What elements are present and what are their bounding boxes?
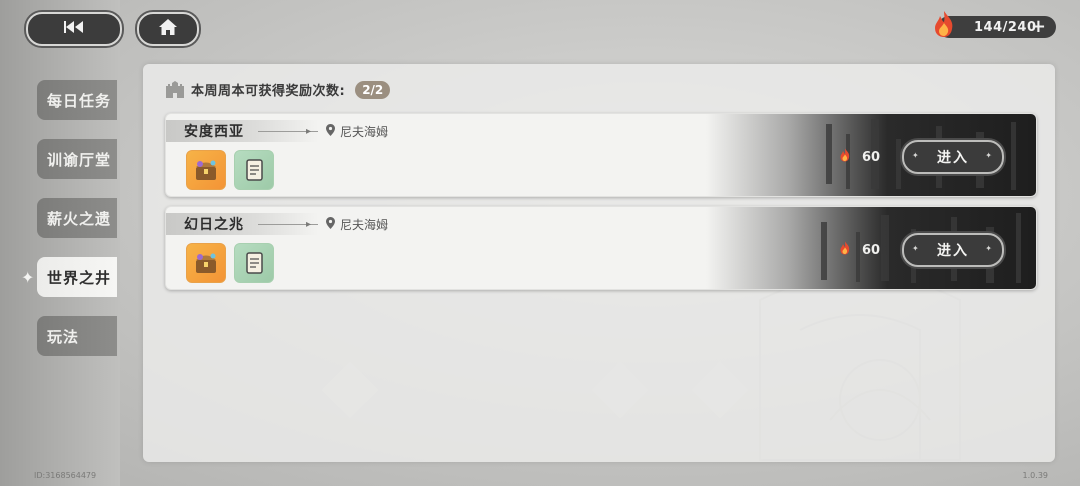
reward-scroll-icon[interactable] xyxy=(234,243,274,283)
main-panel: 本周周本可获得奖励次数: 2/2 安度西亚 ▸ 尼夫海姆 60 ✦ 进入 ✦ 幻… xyxy=(143,64,1055,462)
home-icon xyxy=(158,18,178,40)
arrow-right-icon: ▸ xyxy=(306,219,312,230)
stamina-add-button[interactable]: + xyxy=(1031,16,1046,38)
stage-location-text: 尼夫海姆 xyxy=(340,125,389,139)
stage-cost: 60 xyxy=(838,147,880,167)
home-button[interactable] xyxy=(137,12,199,46)
flame-icon xyxy=(930,9,958,43)
location-pin-icon xyxy=(326,217,335,232)
enter-button-label: 进入 xyxy=(937,243,969,259)
sparkle-icon: ✦ xyxy=(985,244,994,253)
sidebar-item-legacy[interactable]: 薪火之遗 xyxy=(37,198,117,238)
sparkle-icon: ✦ xyxy=(912,244,921,253)
enter-button-label: 进入 xyxy=(937,150,969,166)
reward-chest-icon[interactable] xyxy=(186,150,226,190)
enter-button[interactable]: ✦ 进入 ✦ xyxy=(902,233,1004,267)
sidebar-item-training-hall[interactable]: 训谕厅堂 xyxy=(37,139,117,179)
stage-card[interactable]: 幻日之兆 ▸ 尼夫海姆 60 ✦ 进入 ✦ xyxy=(165,206,1037,290)
stage-cost-value: 60 xyxy=(862,149,881,165)
sidebar-item-world-well[interactable]: ✦ 世界之井 xyxy=(21,257,117,297)
arrow-right-icon: ▸ xyxy=(306,126,312,137)
sidebar-item-label: 世界之井 xyxy=(47,268,112,287)
reward-chest-icon[interactable] xyxy=(186,243,226,283)
stage-title: 幻日之兆 xyxy=(184,217,244,233)
weekly-reward-count: 2/2 xyxy=(355,80,391,99)
sidebar-nav: 每日任务 训谕厅堂 薪火之遗 ✦ 世界之井 玩法 xyxy=(21,80,117,375)
stage-title: 安度西亚 xyxy=(184,124,244,140)
stage-location: 尼夫海姆 xyxy=(326,216,388,233)
flame-icon xyxy=(838,240,852,260)
stage-cost: 60 xyxy=(838,240,880,260)
sidebar-item-label: 每日任务 xyxy=(47,91,112,110)
reward-scroll-icon[interactable] xyxy=(234,150,274,190)
sidebar-item-gameplay[interactable]: 玩法 xyxy=(37,316,117,356)
castle-icon xyxy=(165,80,185,99)
user-id: ID:3168564479 xyxy=(34,471,97,480)
stage-location: 尼夫海姆 xyxy=(326,123,388,140)
stage-card[interactable]: 安度西亚 ▸ 尼夫海姆 60 ✦ 进入 ✦ xyxy=(165,113,1037,197)
sidebar-item-label: 训谕厅堂 xyxy=(47,150,112,169)
sparkle-icon: ✦ xyxy=(985,151,994,160)
double-left-arrow-icon xyxy=(62,19,86,39)
stamina-display: 144/240 + xyxy=(935,11,1056,38)
flame-icon xyxy=(838,147,852,167)
sparkle-icon: ✦ xyxy=(912,151,921,160)
back-button[interactable] xyxy=(26,12,122,46)
sidebar-item-daily-tasks[interactable]: 每日任务 xyxy=(37,80,117,120)
sidebar-item-label: 薪火之遗 xyxy=(47,209,112,228)
weekly-reward-header: 本周周本可获得奖励次数: 2/2 xyxy=(165,80,391,99)
stage-location-text: 尼夫海姆 xyxy=(340,218,389,232)
location-pin-icon xyxy=(326,124,335,139)
stage-cost-value: 60 xyxy=(862,242,881,258)
enter-button[interactable]: ✦ 进入 ✦ xyxy=(902,140,1004,174)
version-label: 1.0.39 xyxy=(1022,471,1048,480)
sparkle-icon: ✦ xyxy=(21,268,36,287)
stamina-value: 144/240 xyxy=(974,19,1037,35)
weekly-reward-label: 本周周本可获得奖励次数: xyxy=(191,84,346,99)
sidebar-item-label: 玩法 xyxy=(47,327,80,346)
